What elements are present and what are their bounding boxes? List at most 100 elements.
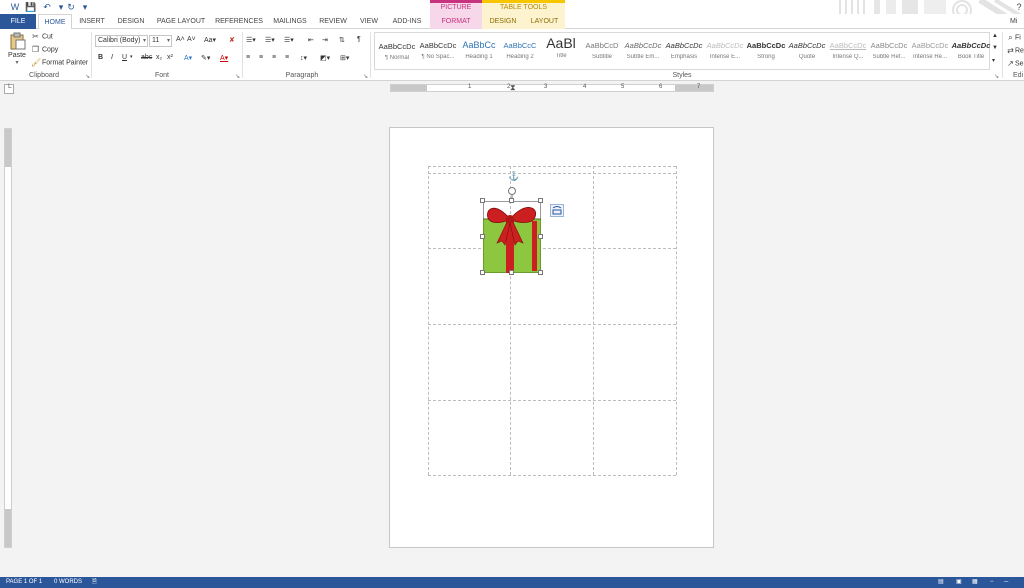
italic-icon[interactable]: I (111, 54, 113, 61)
tab-table-layout[interactable]: LAYOUT (524, 14, 565, 29)
word-count-status[interactable]: 0 WORDS (54, 577, 82, 588)
style-no-spacing[interactable]: AaBbCcDc ¶ No Spac... (418, 35, 458, 67)
zoom-out-icon[interactable]: − (990, 577, 994, 588)
resize-handle[interactable] (509, 270, 514, 275)
horizontal-ruler[interactable]: 1 2 3 4 5 6 7 ⧗ (390, 83, 714, 93)
resize-handle[interactable] (480, 270, 485, 275)
style-subtle-emphasis[interactable]: AaBbCcDc Subtle Em... (623, 35, 663, 67)
tab-view[interactable]: VIEW (354, 14, 384, 29)
decrease-indent-icon[interactable]: ⇤ (308, 36, 314, 44)
tab-mailings[interactable]: MAILINGS (268, 14, 312, 29)
show-formatting-marks-icon[interactable]: ¶ (357, 36, 361, 43)
style-intense-emphasis[interactable]: AaBbCcDc Intense E... (705, 35, 745, 67)
text-effects-icon[interactable]: A▾ (184, 54, 192, 62)
layout-options-button[interactable] (550, 204, 564, 217)
tab-page-layout[interactable]: PAGE LAYOUT (153, 14, 209, 29)
change-case-icon[interactable]: Aa▾ (204, 36, 216, 44)
clipboard-launcher-icon[interactable]: ↘ (85, 73, 90, 80)
find-button[interactable]: ⌕ Fi (1006, 33, 1021, 42)
paragraph-launcher-icon[interactable]: ↘ (363, 73, 368, 80)
gift-box-picture[interactable] (480, 198, 543, 275)
proofing-icon[interactable]: 🗎 (92, 577, 97, 588)
right-margin-area (675, 85, 713, 91)
grow-font-icon[interactable]: A˄ (176, 36, 185, 43)
style-heading-1[interactable]: AaBbCc Heading 1 (459, 35, 499, 67)
shading-icon[interactable]: ◩▾ (320, 54, 330, 62)
resize-handle[interactable] (480, 198, 485, 203)
tab-insert[interactable]: INSERT (74, 14, 110, 29)
zoom-slider[interactable]: ─ (1004, 577, 1008, 588)
resize-handle[interactable] (538, 198, 543, 203)
style-intense-reference[interactable]: AaBbCcDc Intense Re... (910, 35, 950, 67)
increase-indent-icon[interactable]: ⇥ (322, 36, 328, 44)
print-layout-icon[interactable]: ▣ (956, 577, 962, 588)
justify-icon[interactable]: ≡ (285, 54, 289, 61)
user-name[interactable]: Mi (1010, 18, 1017, 25)
gallery-more-icon[interactable]: ▾ (992, 57, 995, 64)
resize-handle[interactable] (509, 198, 514, 203)
document-page[interactable] (389, 127, 714, 548)
styles-launcher-icon[interactable]: ↘ (994, 73, 999, 80)
paste-button[interactable]: Paste ▾ (6, 32, 28, 70)
tab-review[interactable]: REVIEW (314, 14, 352, 29)
gallery-scroll-up-icon[interactable]: ▲ (992, 33, 998, 39)
style-emphasis[interactable]: AaBbCcDc Emphasis (664, 35, 704, 67)
select-button[interactable]: ↗Se (1006, 59, 1023, 68)
underline-dropdown-icon[interactable]: ▾ (130, 54, 133, 60)
cut-button[interactable]: ✂ Cut (31, 32, 53, 41)
cut-label: Cut (41, 33, 53, 41)
font-name-combo[interactable]: Calibri (Body) ▾ (95, 35, 148, 47)
style-title[interactable]: AaBl Title (541, 35, 581, 67)
tab-design[interactable]: DESIGN (112, 14, 150, 29)
font-color-icon[interactable]: A▾ (220, 54, 228, 62)
align-center-icon[interactable]: ≡ (259, 54, 263, 61)
clear-formatting-icon[interactable]: ✘ (229, 36, 235, 44)
replace-button[interactable]: ⇄Re (1006, 46, 1024, 55)
read-mode-icon[interactable]: ▤ (938, 577, 944, 588)
style-strong[interactable]: AaBbCcDc Strong (746, 35, 786, 67)
copy-button[interactable]: ❐ Copy (31, 45, 58, 54)
tab-format[interactable]: FORMAT (430, 14, 482, 29)
web-layout-icon[interactable]: ▦ (972, 577, 978, 588)
tab-table-design[interactable]: DESIGN (482, 14, 524, 29)
style-intense-quote[interactable]: AaBbCcDc Intense Q... (828, 35, 868, 67)
style-subtitle[interactable]: AaBbCcD Subtitle (582, 35, 622, 67)
tab-references[interactable]: REFERENCES (212, 14, 266, 29)
resize-handle[interactable] (538, 270, 543, 275)
bullets-icon[interactable]: ☰▾ (246, 36, 256, 44)
superscript-icon[interactable]: x² (167, 54, 173, 61)
subscript-icon[interactable]: x₂ (156, 54, 162, 61)
tab-add-ins[interactable]: ADD-INS (386, 14, 428, 29)
highlight-icon[interactable]: ✎▾ (201, 54, 210, 62)
tab-file[interactable]: FILE (0, 14, 36, 29)
style-quote[interactable]: AaBbCcDc Quote (787, 35, 827, 67)
format-painter-button[interactable]: 🖌 Format Painter (31, 58, 88, 67)
page-count-status[interactable]: PAGE 1 OF 1 (6, 577, 42, 588)
style-book-title[interactable]: AaBbCcDc Book Title (951, 35, 991, 67)
indent-marker-icon[interactable]: ⧗ (510, 83, 516, 93)
table-gridline (428, 475, 676, 476)
align-right-icon[interactable]: ≡ (272, 54, 276, 61)
style-heading-2[interactable]: AaBbCcC Heading 2 (500, 35, 540, 67)
font-launcher-icon[interactable]: ↘ (235, 73, 240, 80)
style-subtle-reference[interactable]: AaBbCcDc Subtle Ref... (869, 35, 909, 67)
multilevel-list-icon[interactable]: ☰▾ (284, 36, 294, 44)
line-spacing-icon[interactable]: ↕▾ (300, 54, 307, 62)
strikethrough-icon[interactable]: abc (141, 54, 152, 61)
style-normal[interactable]: AaBbCcDc ¶ Normal (377, 35, 417, 67)
anchor-icon[interactable]: ⚓ (508, 171, 519, 182)
font-size-combo[interactable]: 11 ▾ (149, 35, 172, 47)
borders-icon[interactable]: ⊞▾ (340, 54, 349, 62)
resize-handle[interactable] (480, 234, 485, 239)
underline-icon[interactable]: U (122, 54, 127, 61)
bold-icon[interactable]: B (98, 54, 103, 61)
tab-home[interactable]: HOME (38, 14, 72, 30)
gallery-scroll-down-icon[interactable]: ▼ (992, 45, 998, 51)
shrink-font-icon[interactable]: A˅ (187, 36, 196, 43)
resize-handle[interactable] (538, 234, 543, 239)
align-left-icon[interactable]: ≡ (246, 54, 250, 61)
sort-icon[interactable]: ⇅ (339, 36, 345, 44)
tab-selector[interactable]: └ (4, 84, 14, 94)
numbering-icon[interactable]: ☰▾ (265, 36, 275, 44)
vertical-ruler[interactable] (4, 128, 12, 548)
